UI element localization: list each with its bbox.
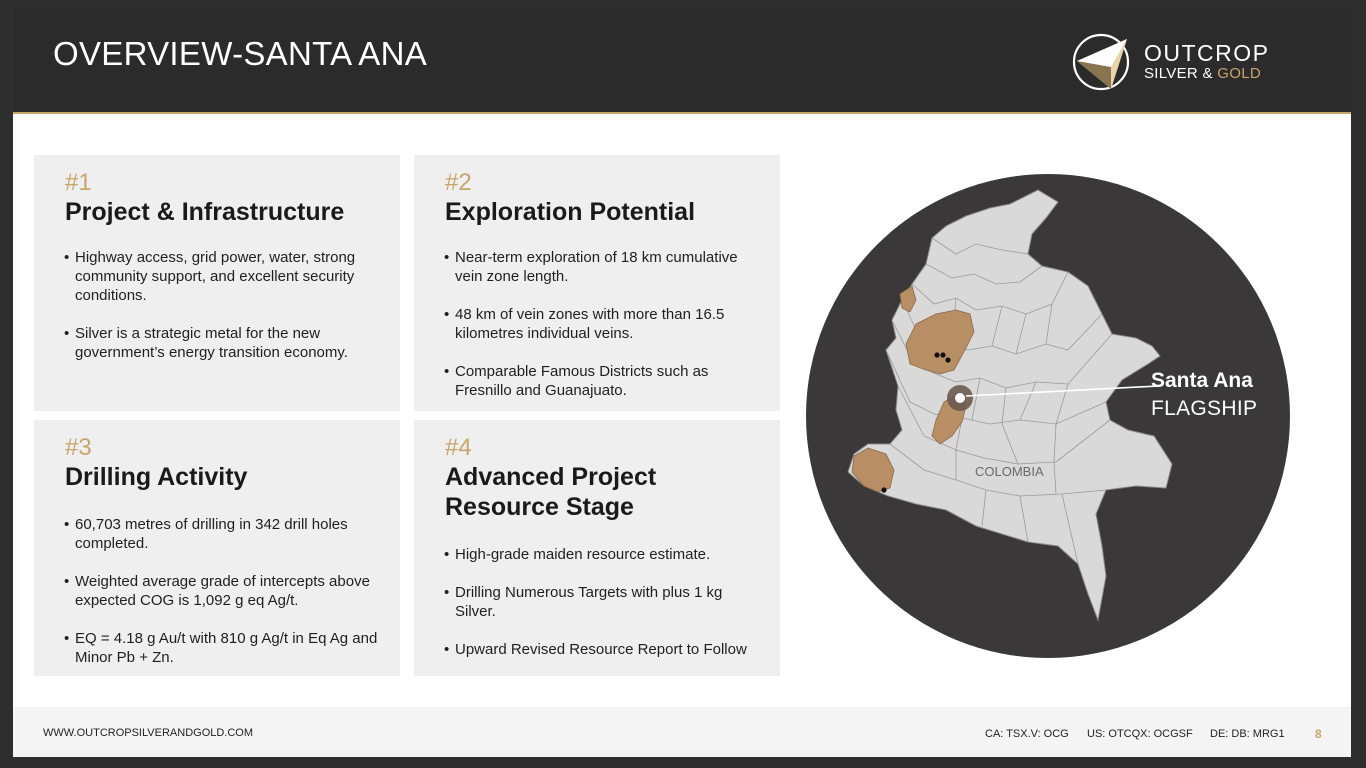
slide: OVERVIEW-SANTA ANA OUTCROP SILVER & GOLD…	[13, 7, 1351, 757]
list-item: Weighted average grade of intercepts abo…	[64, 572, 384, 610]
page-number: 8	[1315, 727, 1322, 741]
logo-text-silver-gold: SILVER & GOLD	[1144, 65, 1261, 82]
card-number: #2	[445, 169, 472, 196]
header-bar: OVERVIEW-SANTA ANA OUTCROP SILVER & GOLD	[13, 7, 1351, 114]
outcrop-logo-icon	[1072, 33, 1130, 91]
ticker-de: DE: DB: MRG1	[1210, 728, 1285, 740]
card-project-infrastructure: #1 Project & Infrastructure Highway acce…	[34, 155, 400, 411]
company-logo[interactable]: OUTCROP SILVER & GOLD	[1071, 31, 1331, 93]
callout-flagship: FLAGSHIP	[1151, 397, 1258, 420]
ticker-ca: CA: TSX.V: OCG	[985, 728, 1069, 740]
logo-text-outcrop: OUTCROP	[1144, 40, 1270, 66]
page-title: OVERVIEW-SANTA ANA	[53, 35, 428, 72]
bullet-list: Near-term exploration of 18 km cumulativ…	[444, 248, 764, 419]
callout-santa-ana: Santa Ana	[1151, 369, 1253, 392]
logo-text-gold: GOLD	[1217, 65, 1262, 82]
card-title: Project & Infrastructure	[65, 198, 345, 226]
card-title-line-2: Resource Stage	[445, 493, 634, 521]
card-number: #4	[445, 434, 472, 461]
list-item: Comparable Famous Districts such as Fres…	[444, 362, 764, 400]
ticker-us: US: OTCQX: OCGSF	[1087, 728, 1193, 740]
card-title-line-1: Advanced Project	[445, 463, 657, 491]
list-item: High-grade maiden resource estimate.	[444, 545, 764, 564]
list-item: Drilling Numerous Targets with plus 1 kg…	[444, 583, 764, 621]
card-exploration-potential: #2 Exploration Potential Near-term explo…	[414, 155, 780, 411]
card-title: Exploration Potential	[445, 198, 696, 226]
list-item: EQ = 4.18 g Au/t with 810 g Ag/t in Eq A…	[64, 629, 384, 667]
bullet-list: High-grade maiden resource estimate. Dri…	[444, 545, 764, 678]
card-number: #1	[65, 169, 92, 196]
logo-text-silver: SILVER &	[1144, 65, 1218, 82]
footer-website-link[interactable]: WWW.OUTCROPSILVERANDGOLD.COM	[43, 727, 253, 739]
list-item: Silver is a strategic metal for the new …	[64, 324, 384, 362]
list-item: Upward Revised Resource Report to Follow	[444, 640, 764, 659]
bullet-list: 60,703 metres of drilling in 342 drill h…	[64, 515, 384, 686]
footer-bar: WWW.OUTCROPSILVERANDGOLD.COM CA: TSX.V: …	[13, 707, 1351, 757]
card-title: Drilling Activity	[65, 463, 248, 491]
list-item: Near-term exploration of 18 km cumulativ…	[444, 248, 764, 286]
card-advanced-project: #4 Advanced Project Resource Stage High-…	[414, 420, 780, 676]
map-label-colombia: COLOMBIA	[975, 464, 1044, 479]
list-item: 48 km of vein zones with more than 16.5 …	[444, 305, 764, 343]
card-drilling-activity: #3 Drilling Activity 60,703 metres of dr…	[34, 420, 400, 676]
bullet-list: Highway access, grid power, water, stron…	[64, 248, 384, 381]
list-item: 60,703 metres of drilling in 342 drill h…	[64, 515, 384, 553]
list-item: Highway access, grid power, water, stron…	[64, 248, 384, 305]
card-number: #3	[65, 434, 92, 461]
